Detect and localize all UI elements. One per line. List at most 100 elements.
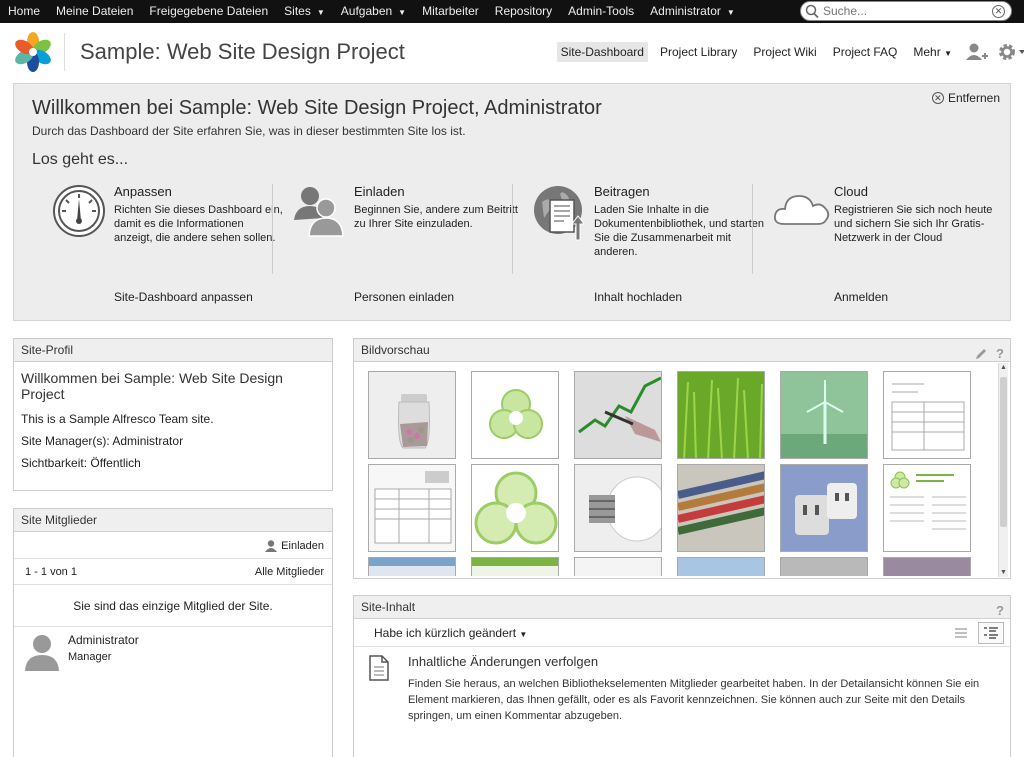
dashlet-title: Site-Profil bbox=[14, 339, 332, 362]
column-description: Registrieren Sie sich noch heute und sic… bbox=[834, 204, 993, 244]
white-thumbnail[interactable] bbox=[574, 557, 662, 576]
nav-sites[interactable]: Sites ▼ bbox=[276, 0, 333, 23]
detailed-view-button[interactable] bbox=[978, 622, 1004, 644]
light-bulb-thumbnail[interactable] bbox=[574, 464, 662, 552]
green-newsletter-thumbnail[interactable] bbox=[883, 464, 971, 552]
pencils-thumbnail[interactable] bbox=[677, 464, 765, 552]
upload-content-link[interactable]: Inhalt hochladen bbox=[594, 290, 682, 304]
grass-thumbnail[interactable] bbox=[677, 371, 765, 459]
nav-my-files[interactable]: Meine Dateien bbox=[48, 0, 141, 23]
member-role: Manager bbox=[68, 651, 112, 663]
user-add-icon bbox=[966, 43, 988, 60]
sky-thumbnail[interactable] bbox=[677, 557, 765, 576]
scroll-down-icon[interactable]: ▼ bbox=[1000, 569, 1007, 576]
gray-thumbnail[interactable] bbox=[780, 557, 868, 576]
document-form-thumbnail[interactable] bbox=[883, 371, 971, 459]
column-divider bbox=[752, 184, 753, 274]
invite-button[interactable]: Einladen bbox=[264, 539, 324, 553]
nav-user-menu[interactable]: Administrator ▼ bbox=[642, 0, 743, 23]
help-icon[interactable]: ? bbox=[996, 342, 1004, 365]
people-icon bbox=[292, 184, 350, 242]
content-filter-dropdown[interactable]: Habe ich kürzlich geändert ▼ bbox=[374, 626, 527, 640]
tab-project-wiki[interactable]: Project Wiki bbox=[749, 42, 820, 62]
remove-welcome-button[interactable]: ✕ Entfernen bbox=[931, 91, 1000, 105]
preview-scrollbar[interactable]: ▲ ▼ bbox=[998, 363, 1008, 577]
column-title: Beitragen bbox=[594, 184, 650, 199]
nav-repository[interactable]: Repository bbox=[487, 0, 560, 23]
tab-more[interactable]: Mehr ▼ bbox=[909, 42, 956, 62]
profile-description: This is a Sample Alfresco Team site. bbox=[21, 412, 214, 426]
site-header: Sample: Web Site Design Project Site-Das… bbox=[0, 23, 1024, 83]
site-content-dashlet: Site-Inhalt ? Habe ich kürzlich geändert… bbox=[353, 595, 1011, 757]
site-navigation: Site-Dashboard Project Library Project W… bbox=[553, 39, 1024, 65]
avatar bbox=[24, 633, 60, 671]
cloud-sign-in-link[interactable]: Anmelden bbox=[834, 290, 888, 304]
profile-heading: Willkommen bei Sample: Web Site Design P… bbox=[21, 370, 283, 402]
site-settings-button[interactable] bbox=[994, 41, 1024, 63]
document-icon bbox=[368, 654, 390, 682]
pencil-icon[interactable] bbox=[974, 347, 988, 361]
getting-started-heading: Los geht es... bbox=[32, 151, 129, 168]
chevron-down-icon: ▼ bbox=[944, 49, 952, 58]
alfresco-logo-small-thumbnail[interactable] bbox=[471, 371, 559, 459]
chevron-down-icon: ▼ bbox=[519, 630, 528, 639]
dashlet-title: Bildvorschau ? bbox=[354, 339, 1010, 362]
nav-home[interactable]: Home bbox=[0, 0, 48, 23]
member-item: Administrator Manager bbox=[14, 627, 332, 677]
column-description: Beginnen Sie, andere zum Beitritt zu Ihr… bbox=[354, 204, 518, 230]
column-title: Anpassen bbox=[114, 184, 172, 199]
coin-jar-thumbnail[interactable] bbox=[368, 371, 456, 459]
nav-admin-tools[interactable]: Admin-Tools bbox=[560, 0, 642, 23]
dashlet-title: Site-Inhalt ? bbox=[354, 596, 1010, 619]
tab-project-library[interactable]: Project Library bbox=[656, 42, 741, 62]
column-divider bbox=[512, 184, 513, 274]
column-title: Einladen bbox=[354, 184, 405, 199]
simple-view-button[interactable] bbox=[948, 622, 974, 644]
welcome-column-contribute: Beitragen Laden Sie Inhalte in die Dokum… bbox=[532, 184, 772, 314]
search-input[interactable] bbox=[823, 4, 983, 18]
alfresco-logo-large-thumbnail[interactable] bbox=[471, 464, 559, 552]
detailed-list-icon bbox=[984, 627, 998, 639]
dashlet-title: Site Mitglieder bbox=[14, 509, 332, 532]
chart-hand-thumbnail[interactable] bbox=[574, 371, 662, 459]
gear-icon bbox=[999, 44, 1024, 60]
nav-shared-files[interactable]: Freigegebene Dateien bbox=[141, 0, 276, 23]
thumbnail-grid bbox=[368, 371, 976, 576]
screenshot-thumbnail[interactable] bbox=[368, 557, 456, 576]
nav-people[interactable]: Mitarbeiter bbox=[414, 0, 487, 23]
wind-turbine-thumbnail[interactable] bbox=[780, 371, 868, 459]
clear-search-icon[interactable]: ✕ bbox=[992, 5, 1005, 18]
customize-dashboard-link[interactable]: Site-Dashboard anpassen bbox=[114, 290, 253, 304]
power-adapter-thumbnail[interactable] bbox=[780, 464, 868, 552]
welcome-column-invite: Einladen Beginnen Sie, andere zum Beitri… bbox=[292, 184, 532, 314]
search-icon bbox=[801, 2, 823, 20]
site-profile-dashlet: Site-Profil Willkommen bei Sample: Web S… bbox=[13, 338, 333, 491]
list-icon bbox=[955, 628, 967, 638]
scrollbar-thumb[interactable] bbox=[1000, 377, 1007, 527]
member-name[interactable]: Administrator bbox=[68, 633, 139, 647]
cables-thumbnail[interactable] bbox=[883, 557, 971, 576]
invite-people-link[interactable]: Personen einladen bbox=[354, 290, 454, 304]
gauge-icon bbox=[52, 184, 110, 242]
nav-tasks[interactable]: Aufgaben ▼ bbox=[333, 0, 414, 23]
header-divider bbox=[64, 33, 65, 71]
alfresco-logo[interactable] bbox=[12, 31, 54, 73]
invoice-document-thumbnail[interactable] bbox=[368, 464, 456, 552]
scroll-up-icon[interactable]: ▲ bbox=[1000, 364, 1007, 371]
all-members-link[interactable]: Alle Mitglieder bbox=[255, 566, 324, 578]
join-site-button[interactable] bbox=[962, 41, 990, 63]
spreadsheet-thumbnail[interactable] bbox=[471, 557, 559, 576]
site-title: Sample: Web Site Design Project bbox=[80, 39, 405, 64]
chevron-down-icon: ▼ bbox=[316, 8, 325, 17]
tab-project-faq[interactable]: Project FAQ bbox=[829, 42, 902, 62]
tab-site-dashboard[interactable]: Site-Dashboard bbox=[556, 42, 648, 62]
close-icon: ✕ bbox=[931, 92, 944, 104]
only-member-message: Sie sind das einzige Mitglied der Site. bbox=[14, 585, 332, 627]
welcome-title: Willkommen bei Sample: Web Site Design P… bbox=[32, 97, 602, 119]
image-preview-dashlet: Bildvorschau ? ▲ ▼ bbox=[353, 338, 1011, 579]
paging-info: 1 - 1 von 1 bbox=[25, 566, 77, 578]
chevron-down-icon: ▼ bbox=[726, 8, 735, 17]
column-title: Cloud bbox=[834, 184, 868, 199]
empty-state-title: Inhaltliche Änderungen verfolgen bbox=[408, 654, 599, 669]
top-nav-menu: Home Meine Dateien Freigegebene Dateien … bbox=[0, 0, 743, 23]
